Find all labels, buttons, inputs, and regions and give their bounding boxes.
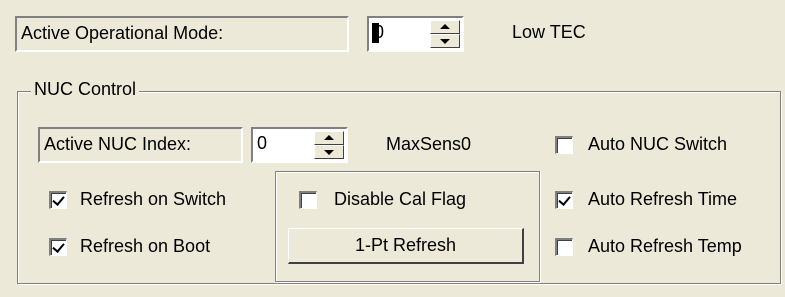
- refresh-on-boot-checkbox[interactable]: [49, 238, 67, 256]
- active-mode-spin-up-button[interactable]: [430, 20, 460, 34]
- active-mode-value[interactable]: 0: [374, 22, 384, 43]
- one-pt-refresh-button[interactable]: 1-Pt Refresh: [288, 228, 524, 264]
- nuc-index-spin-down-button[interactable]: [314, 145, 344, 159]
- one-pt-refresh-button-label: 1-Pt Refresh: [354, 235, 457, 255]
- auto-refresh-temp-label[interactable]: Auto Refresh Temp: [588, 236, 742, 257]
- active-mode-name: Low TEC: [512, 22, 586, 42]
- auto-refresh-time-checkbox[interactable]: [555, 191, 573, 209]
- active-nuc-index-spinner[interactable]: 0: [251, 127, 348, 163]
- checkmark-icon: [52, 193, 65, 206]
- auto-refresh-time-label[interactable]: Auto Refresh Time: [588, 189, 737, 210]
- calibration-group: [275, 171, 540, 282]
- nuc-control-group-title: NUC Control: [31, 79, 140, 100]
- refresh-on-switch-checkbox[interactable]: [49, 191, 67, 209]
- active-mode-label: Active Operational Mode:: [21, 23, 224, 43]
- active-nuc-index-label-box: Active NUC Index:: [38, 127, 243, 163]
- arrow-down-icon: [440, 39, 450, 44]
- active-mode-spinner[interactable]: 0: [367, 16, 464, 52]
- active-nuc-index-label: Active NUC Index:: [44, 134, 192, 154]
- auto-nuc-switch-label[interactable]: Auto NUC Switch: [588, 134, 727, 155]
- auto-nuc-switch-checkbox[interactable]: [555, 136, 573, 154]
- disable-cal-flag-checkbox[interactable]: [299, 191, 317, 209]
- checkmark-icon: [558, 193, 571, 206]
- checkmark-icon: [52, 240, 65, 253]
- arrow-down-icon: [324, 150, 334, 155]
- active-nuc-index-value[interactable]: 0: [257, 133, 267, 154]
- disable-cal-flag-label[interactable]: Disable Cal Flag: [334, 189, 466, 210]
- active-mode-spin-down-button[interactable]: [430, 34, 460, 48]
- active-mode-label-box: Active Operational Mode:: [15, 16, 349, 52]
- arrow-up-icon: [324, 135, 334, 140]
- auto-refresh-temp-checkbox[interactable]: [555, 238, 573, 256]
- refresh-on-switch-label[interactable]: Refresh on Switch: [80, 189, 226, 210]
- nuc-index-spin-up-button[interactable]: [314, 131, 344, 145]
- arrow-up-icon: [440, 24, 450, 29]
- refresh-on-boot-label[interactable]: Refresh on Boot: [80, 236, 210, 257]
- active-nuc-index-name: MaxSens0: [386, 134, 472, 154]
